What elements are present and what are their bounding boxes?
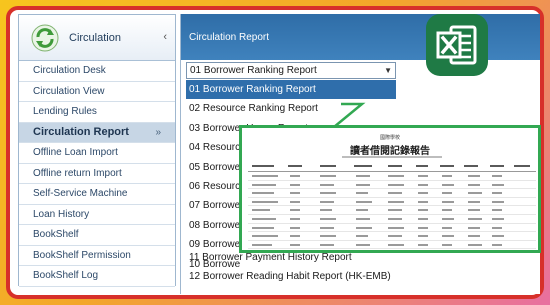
report-option-12[interactable]: 12 Borrower Reading Habit Report (HK-EMB…	[186, 267, 486, 286]
report-option-01[interactable]: 01 Borrower Ranking Report	[186, 80, 396, 100]
preview-table-row	[248, 198, 536, 207]
sidebar-item-bookshelf[interactable]: BookShelf	[19, 225, 175, 246]
sidebar-item-circulation-report[interactable]: Circulation Report »	[19, 122, 175, 143]
preview-table	[248, 162, 536, 250]
sidebar-item-self-service-machine[interactable]: Self-Service Machine	[19, 184, 175, 205]
sidebar-item-label: Circulation View	[33, 85, 105, 97]
page-title: Circulation Report	[189, 31, 270, 43]
preview-table-row	[248, 241, 536, 250]
circulation-icon	[31, 24, 59, 51]
sidebar-item-bookshelf-permission[interactable]: BookShelf Permission	[19, 245, 175, 266]
sidebar-item-label: Offline return Import	[33, 167, 122, 179]
preview-title: 讀者借閱記錄報告	[350, 146, 430, 157]
preview-table-row	[248, 232, 536, 241]
sidebar-item-label: BookShelf Log	[33, 270, 99, 282]
preview-table-header	[248, 162, 536, 172]
sidebar-item-circulation-desk[interactable]: Circulation Desk	[19, 61, 175, 82]
excel-logo-graphic	[436, 25, 477, 65]
sidebar-item-lending-rules[interactable]: Lending Rules	[19, 102, 175, 123]
sidebar-title: Circulation	[69, 31, 121, 44]
report-options-tail: 11 Borrower Payment History Report 12 Bo…	[186, 248, 526, 287]
sidebar-item-label: Offline Loan Import	[33, 147, 118, 159]
preview-table-row	[248, 189, 536, 198]
chevron-down-icon[interactable]: ▼	[384, 63, 392, 78]
double-chevron-right-icon: »	[155, 126, 161, 138]
circulation-sidebar: Circulation ‹ Circulation Desk Circulati…	[18, 14, 176, 287]
sidebar-item-label: Loan History	[33, 208, 90, 220]
sidebar-item-label: BookShelf	[33, 229, 79, 241]
sidebar-item-label: BookShelf Permission	[33, 249, 131, 261]
preview-table-row	[248, 181, 536, 190]
preview-subtitle: 國際學校	[379, 135, 400, 141]
report-preview: 國際學校 讀者借閱記錄報告	[239, 125, 541, 253]
sidebar-item-label: Lending Rules	[33, 106, 97, 118]
preview-table-row	[248, 215, 536, 224]
sidebar-item-circulation-view[interactable]: Circulation View	[19, 81, 175, 102]
sidebar-header[interactable]: Circulation ‹	[19, 15, 175, 61]
sidebar-item-bookshelf-log[interactable]: BookShelf Log	[19, 266, 175, 287]
excel-icon	[426, 14, 488, 76]
sidebar-item-loan-history[interactable]: Loan History	[19, 204, 175, 225]
sidebar-item-label: Circulation Report	[33, 126, 129, 139]
report-option-02[interactable]: 02 Resource Ranking Report	[186, 99, 396, 118]
preview-table-row	[248, 206, 536, 215]
preview-table-row	[248, 172, 536, 181]
sidebar-item-offline-loan-import[interactable]: Offline Loan Import	[19, 143, 175, 164]
sidebar-item-label: Circulation Desk	[33, 65, 106, 77]
report-select-value: 01 Borrower Ranking Report	[190, 65, 317, 76]
preview-table-row	[248, 224, 536, 233]
sidebar-item-offline-return-import[interactable]: Offline return Import	[19, 163, 175, 184]
preview-divider	[342, 156, 442, 158]
report-select[interactable]: 01 Borrower Ranking Report ▼	[186, 62, 396, 79]
sidebar-item-label: Self-Service Machine	[33, 188, 128, 200]
chevron-left-icon[interactable]: ‹	[163, 31, 167, 43]
